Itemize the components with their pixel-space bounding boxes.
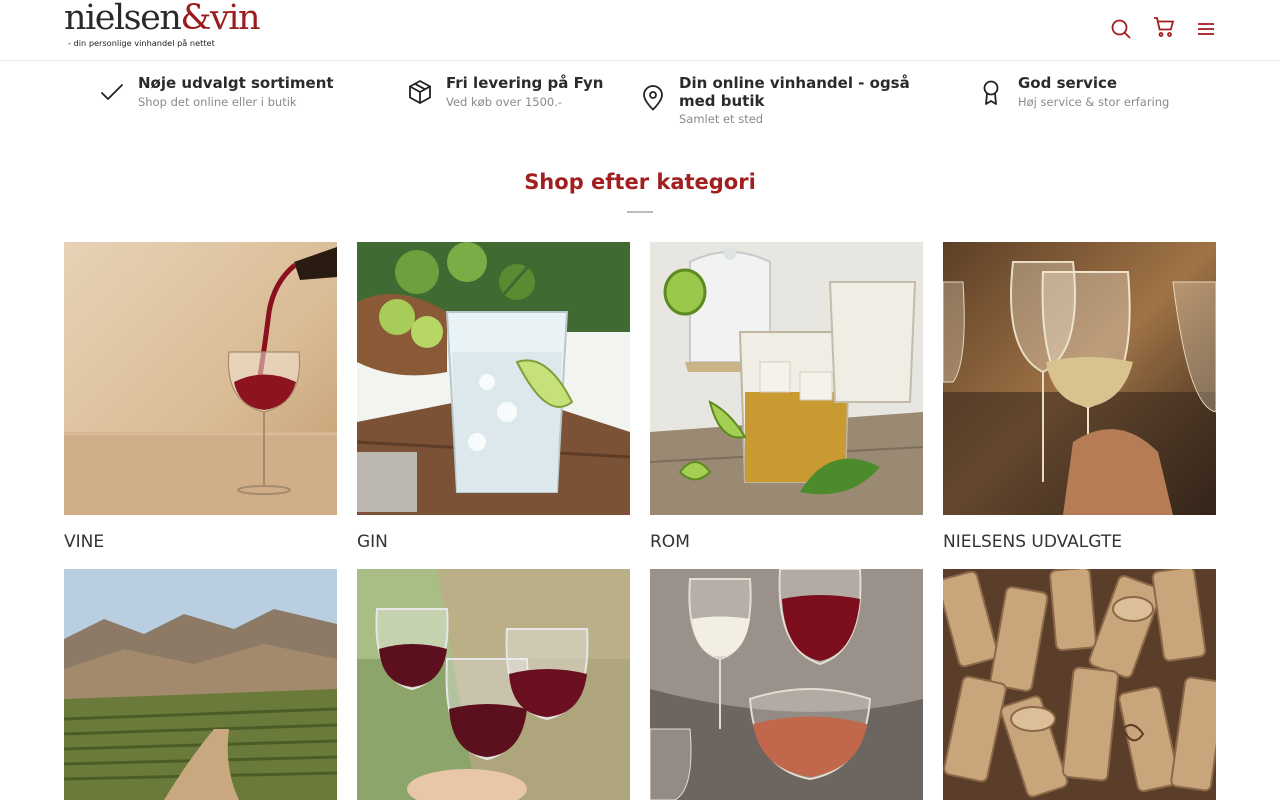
cart-icon[interactable] (1152, 14, 1176, 40)
map-pin-icon (639, 84, 667, 112)
usp-title: Din online vinhandel - også med butik (679, 74, 910, 110)
white-wine-glasses-image[interactable] (943, 242, 1216, 515)
usp-subtitle: Høj service & stor erfaring (1018, 95, 1170, 109)
usp-title: Nøje udvalgt sortiment (138, 74, 334, 92)
wine-corks-image[interactable] (943, 569, 1216, 800)
rose-wine-glasses-image[interactable] (650, 569, 923, 800)
category-label[interactable]: GIN (357, 532, 388, 552)
usp-subtitle: Shop det online eller i butik (138, 95, 297, 109)
category-label[interactable]: VINE (64, 532, 104, 552)
search-icon[interactable] (1109, 16, 1133, 42)
usp-subtitle: Ved køb over 1500.- (446, 95, 563, 109)
logo-wordmark: nielsen&vin (64, 0, 261, 38)
vineyard-landscape-image[interactable] (64, 569, 337, 800)
usp-item: Fri levering på Fyn Ved køb over 1500.- (406, 74, 606, 130)
usp-subtitle: Samlet et sted (679, 112, 764, 126)
usp-title: Fri levering på Fyn (446, 74, 604, 92)
check-icon (98, 78, 126, 106)
logo[interactable]: nielsen&vin - din personlige vinhandel p… (64, 0, 261, 52)
menu-icon[interactable] (1194, 16, 1218, 42)
logo-tagline: - din personlige vinhandel på nettet (68, 38, 215, 48)
usp-title: God service (1018, 74, 1118, 92)
usp-item: Din online vinhandel - også med butik Sa… (639, 74, 939, 130)
rum-glasses-image[interactable] (650, 242, 923, 515)
section-divider (627, 211, 653, 213)
red-wine-pour-image[interactable] (64, 242, 337, 515)
red-wine-toast-image[interactable] (357, 569, 630, 800)
category-label[interactable]: NIELSENS UDVALGTE (943, 532, 1122, 552)
package-icon (406, 78, 434, 106)
gin-tonic-image[interactable] (357, 242, 630, 515)
award-icon (978, 78, 1006, 106)
usp-item: God service Høj service & stor erfaring (978, 74, 1198, 130)
category-label[interactable]: ROM (650, 532, 690, 552)
section-title: Shop efter kategori (524, 170, 756, 194)
usp-item: Nøje udvalgt sortiment Shop det online e… (98, 74, 358, 130)
site-header: nielsen&vin - din personlige vinhandel p… (0, 0, 1280, 61)
